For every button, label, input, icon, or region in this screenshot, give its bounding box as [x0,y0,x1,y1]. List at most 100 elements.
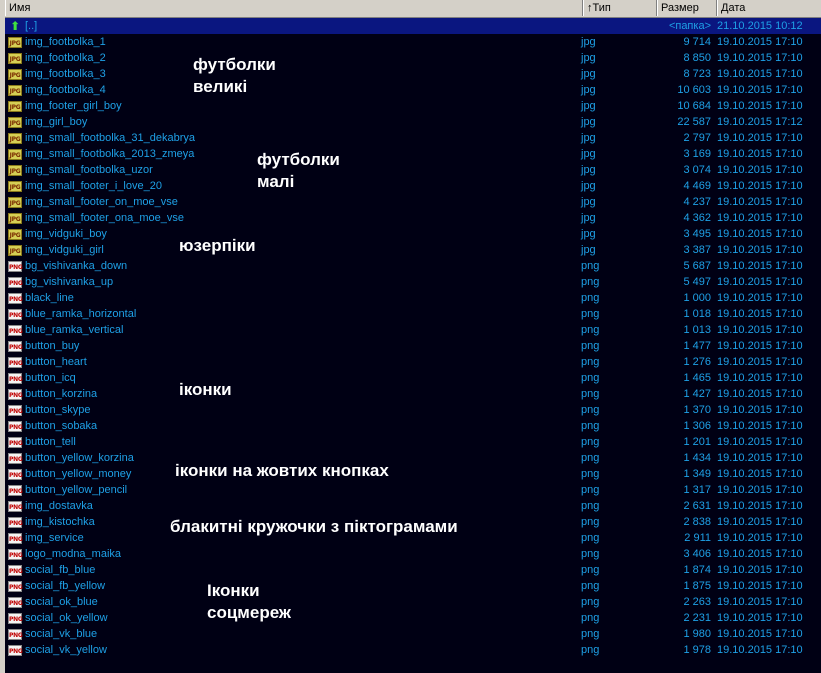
file-size: 1 018 [683,308,711,320]
file-date: 19.10.2015 17:10 [717,548,803,560]
png-file-icon: PNG [8,469,23,480]
file-size: 1 874 [683,564,711,576]
file-type: png [581,436,600,448]
file-row[interactable]: PNG social_fb_blue png 1 874 19.10.2015 17:1… [5,562,821,578]
file-date: 19.10.2015 17:10 [717,340,803,352]
file-row[interactable]: PNG social_fb_yellow png 1 875 19.10.2015 17… [5,578,821,594]
file-name: button_buy [25,340,80,352]
file-row[interactable]: PNG button_yellow_korzina png 1 434 19.10.20… [5,450,821,466]
column-header: Имя ↑Тип Размер Дата [5,0,821,18]
jpg-file-icon: JPG [8,165,22,176]
file-name: button_heart [25,356,87,368]
file-row[interactable]: PNG black_line png 1 000 19.10.2015 17:10 [5,290,821,306]
file-name: img_girl_boy [25,116,88,128]
jpg-file-icon: JPG [8,213,22,224]
file-row[interactable]: PNG button_yellow_money png 1 349 19.10.2015… [5,466,821,482]
file-date: 19.10.2015 17:10 [717,84,803,96]
file-row[interactable]: PNG button_tell png 1 201 19.10.2015 17:10 [5,434,821,450]
file-row[interactable]: PNG bg_vishivanka_down png 5 687 19.10.2015 … [5,258,821,274]
column-name-header[interactable]: Имя [5,0,583,16]
file-row[interactable]: PNG bg_vishivanka_up png 5 497 19.10.2015 17… [5,274,821,290]
png-file-icon: PNG [8,357,23,368]
file-row[interactable]: JPG img_vidguki_girl jpg 3 387 19.10.2015 17… [5,242,821,258]
column-date-header[interactable]: Дата [717,0,821,16]
file-size: 2 797 [683,132,711,144]
jpg-file-icon: JPG [8,197,22,208]
file-name: img_footbolka_1 [25,36,106,48]
file-row[interactable]: JPG img_footbolka_3 jpg 8 723 19.10.2015 17:… [5,66,821,82]
file-row[interactable]: JPG img_small_footbolka_2013_zmeya jpg 3 16… [5,146,821,162]
jpg-file-icon: JPG [8,245,22,256]
annotation-icons: іконки [179,380,232,399]
file-date: 19.10.2015 17:10 [717,36,803,48]
file-row[interactable]: PNG button_buy png 1 477 19.10.2015 17:10 [5,338,821,354]
file-row[interactable]: PNG social_ok_yellow png 2 231 19.10.2015 17… [5,610,821,626]
png-file-icon: PNG [8,341,23,352]
file-row[interactable]: JPG img_footer_girl_boy jpg 10 684 19.10.201… [5,98,821,114]
file-size: 10 684 [677,100,711,112]
parent-directory-row[interactable]: ⬆ [..] <папка> 21.10.2015 10:12 [5,18,821,34]
file-size: 5 497 [683,276,711,288]
annotation-yellow-buttons: іконки на жовтих кнопках [175,461,389,480]
png-file-icon: PNG [8,277,23,288]
file-date: 19.10.2015 17:10 [717,372,803,384]
file-name: button_yellow_pencil [25,484,128,496]
file-date: 19.10.2015 17:10 [717,532,803,544]
column-type-header[interactable]: ↑Тип [583,0,657,16]
file-date: 19.10.2015 17:12 [717,116,803,128]
file-row[interactable]: JPG img_girl_boy jpg 22 587 19.10.2015 17:12 [5,114,821,130]
file-row[interactable]: JPG img_small_footbolka_uzor jpg 3 074 19.10… [5,162,821,178]
file-row[interactable]: PNG button_icq png 1 465 19.10.2015 17:10 [5,370,821,386]
file-row[interactable]: PNG blue_ramka_horizontal png 1 018 19.10.20… [5,306,821,322]
png-file-icon: PNG [8,517,23,528]
jpg-file-icon: JPG [8,69,22,80]
file-row[interactable]: JPG img_small_footbolka_31_dekabrya jpg 2 7… [5,130,821,146]
file-row[interactable]: JPG img_vidguki_boy jpg 3 495 19.10.2015 17:… [5,226,821,242]
file-row[interactable]: PNG social_ok_blue png 2 263 19.10.2015 17:1… [5,594,821,610]
file-type: jpg [581,196,596,208]
file-size: 1 317 [683,484,711,496]
jpg-file-icon: JPG [8,85,22,96]
file-row[interactable]: PNG button_heart png 1 276 19.10.2015 17:10 [5,354,821,370]
file-row[interactable]: PNG img_dostavka png 2 631 19.10.2015 17:10 [5,498,821,514]
file-row[interactable]: JPG img_small_footer_i_love_20 jpg 4 469 19.… [5,178,821,194]
file-date: 19.10.2015 17:10 [717,68,803,80]
file-size: 2 231 [683,612,711,624]
png-file-icon: PNG [8,581,23,592]
file-size: 1 306 [683,420,711,432]
file-name: img_dostavka [25,500,93,512]
file-date: 19.10.2015 17:10 [717,100,803,112]
file-row[interactable]: PNG logo_modna_maika png 3 406 19.10.2015 17… [5,546,821,562]
file-date: 19.10.2015 17:10 [717,244,803,256]
file-name: button_skype [25,404,91,416]
file-row[interactable]: PNG button_skype png 1 370 19.10.2015 17:10 [5,402,821,418]
file-name: img_footbolka_2 [25,52,106,64]
jpg-file-icon: JPG [8,133,22,144]
file-type: png [581,324,600,336]
jpg-file-icon: JPG [8,53,22,64]
png-file-icon: PNG [8,645,23,656]
file-row[interactable]: PNG blue_ramka_vertical png 1 013 19.10.2015… [5,322,821,338]
file-size: 4 469 [683,180,711,192]
column-size-header[interactable]: Размер [657,0,717,16]
png-file-icon: PNG [8,565,23,576]
file-row[interactable]: JPG img_footbolka_2 jpg 8 850 19.10.2015 17:… [5,50,821,66]
file-name: button_yellow_korzina [25,452,134,464]
file-type: png [581,564,600,576]
file-row[interactable]: JPG img_footbolka_1 jpg 9 714 19.10.2015 17:… [5,34,821,50]
file-row[interactable]: PNG social_vk_yellow png 1 978 19.10.2015 17… [5,642,821,658]
file-name: img_vidguki_girl [25,244,104,256]
file-row[interactable]: PNG social_vk_blue png 1 980 19.10.2015 17:1… [5,626,821,642]
file-row[interactable]: JPG img_small_footer_ona_moe_vse jpg 4 362 1… [5,210,821,226]
file-name: img_small_footer_ona_moe_vse [25,212,184,224]
file-row[interactable]: PNG button_yellow_pencil png 1 317 19.10.201… [5,482,821,498]
file-row[interactable]: PNG button_korzina png 1 427 19.10.2015 17:1… [5,386,821,402]
file-size: 1 276 [683,356,711,368]
file-row[interactable]: PNG button_sobaka png 1 306 19.10.2015 17:10 [5,418,821,434]
file-size: 22 587 [677,116,711,128]
file-row[interactable]: JPG img_footbolka_4 jpg 10 603 19.10.2015 17… [5,82,821,98]
file-type: jpg [581,164,596,176]
file-row[interactable]: JPG img_small_footer_on_moe_vse jpg 4 237 19… [5,194,821,210]
file-type: png [581,532,600,544]
file-size: 1 434 [683,452,711,464]
